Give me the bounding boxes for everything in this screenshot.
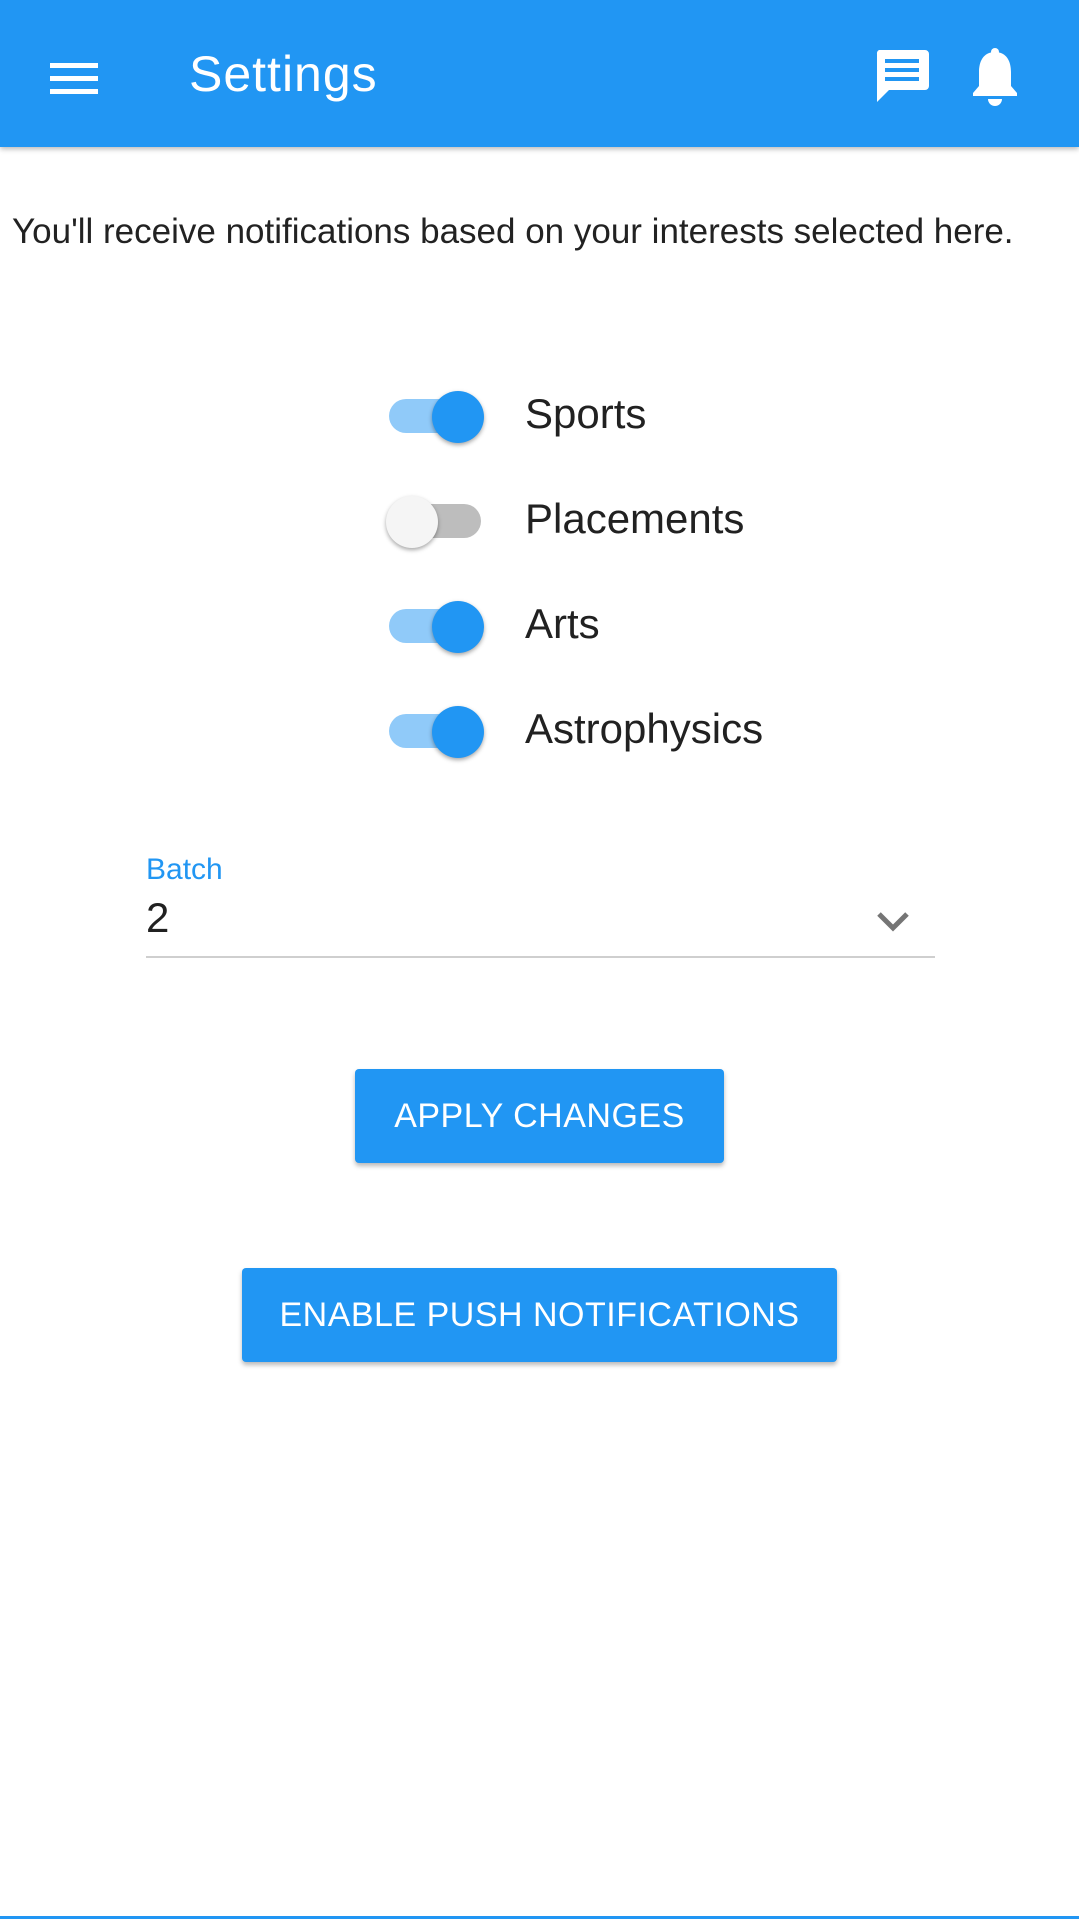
toggle-switch-arts[interactable] <box>388 590 484 660</box>
hamburger-menu-icon <box>50 63 98 94</box>
app-bar: Settings <box>0 0 1079 147</box>
batch-select-underline <box>146 956 935 958</box>
chevron-down-icon <box>877 912 909 932</box>
toggle-label-arts: Arts <box>525 600 600 647</box>
toggle-row-arts[interactable]: Arts <box>388 590 888 660</box>
notifications-button[interactable] <box>955 36 1035 116</box>
toggle-row-sports[interactable]: Sports <box>388 380 888 450</box>
toggle-label-astrophysics: Astrophysics <box>525 705 764 752</box>
toggle-thumb <box>432 391 484 443</box>
toggle-row-astrophysics[interactable]: Astrophysics <box>388 695 888 765</box>
notification-bell-icon <box>973 48 1017 106</box>
toggle-switch-astrophysics[interactable] <box>388 695 484 765</box>
toggle-thumb <box>386 496 438 548</box>
toggle-thumb <box>432 706 484 758</box>
toggle-label-sports: Sports <box>525 390 647 437</box>
apply-changes-button[interactable]: APPLY CHANGES <box>355 1069 724 1163</box>
toggle-switch-sports[interactable] <box>388 380 484 450</box>
intro-text: You'll receive notifications based on yo… <box>12 212 1014 251</box>
batch-select-label: Batch <box>146 853 223 886</box>
page-title: Settings <box>189 46 378 102</box>
toggle-row-placements[interactable]: Placements <box>386 485 888 555</box>
toggle-label-placements: Placements <box>525 495 745 542</box>
chat-button[interactable] <box>862 36 942 116</box>
menu-button[interactable] <box>34 38 114 118</box>
chat-message-icon <box>876 50 929 102</box>
batch-select[interactable]: Batch 2 <box>146 850 935 958</box>
toggle-switch-placements[interactable] <box>386 485 484 555</box>
batch-select-value: 2 <box>146 894 170 941</box>
enable-push-notifications-button[interactable]: ENABLE PUSH NOTIFICATIONS <box>242 1268 837 1362</box>
toggle-thumb <box>432 601 484 653</box>
